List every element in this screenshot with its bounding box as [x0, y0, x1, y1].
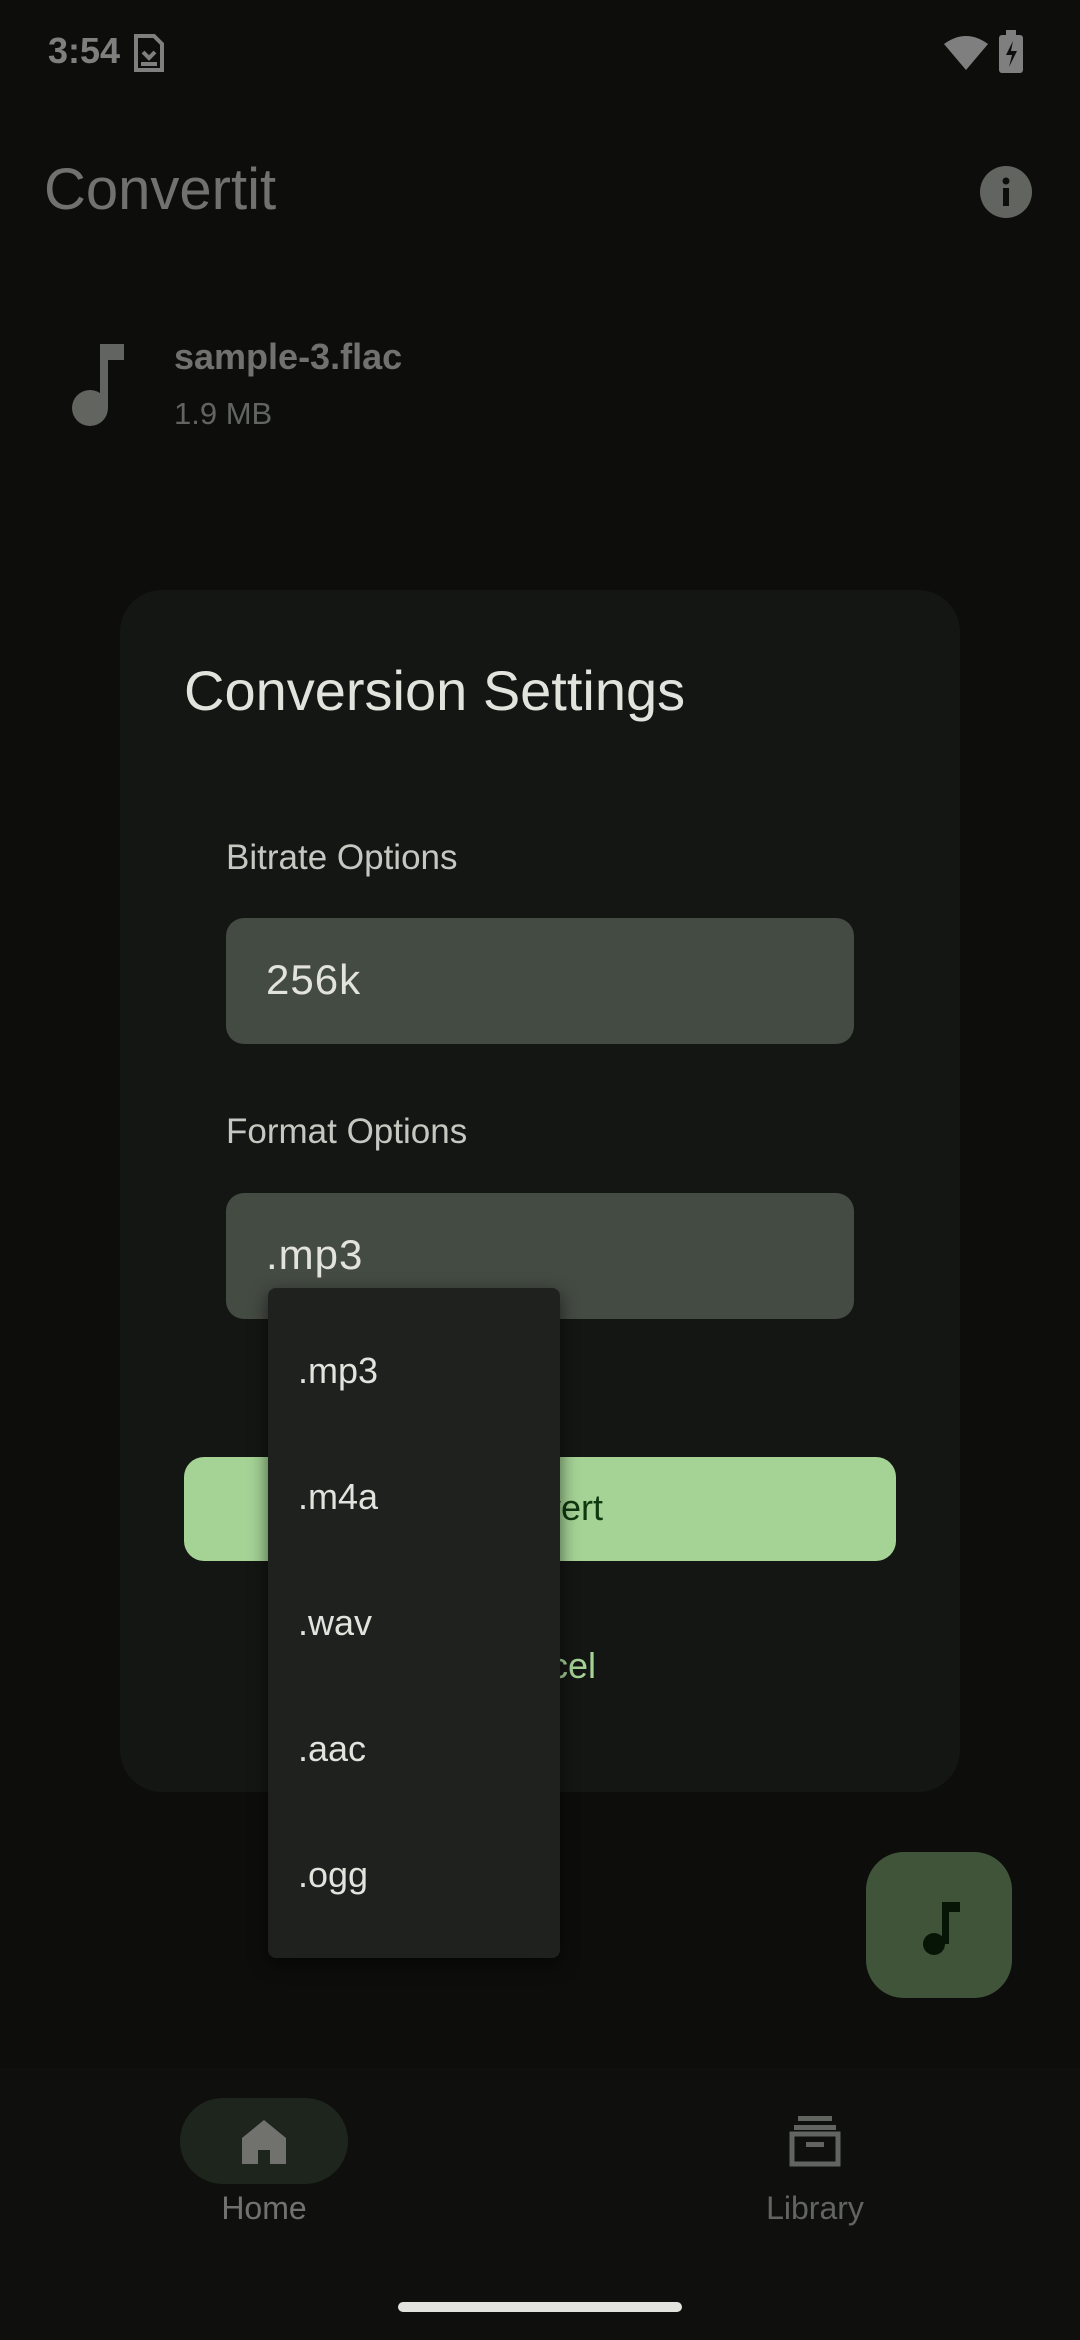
menu-item-wav[interactable]: .wav	[268, 1560, 560, 1686]
format-dropdown-menu: .mp3 .m4a .wav .aac .ogg	[268, 1288, 560, 1958]
format-value: .mp3	[266, 1231, 364, 1278]
format-label: Format Options	[226, 1112, 468, 1151]
dialog-title: Conversion Settings	[184, 659, 686, 722]
menu-item-aac[interactable]: .aac	[268, 1686, 560, 1812]
menu-item-label: .m4a	[298, 1476, 379, 1517]
menu-item-ogg[interactable]: .ogg	[268, 1812, 560, 1938]
menu-item-label: .mp3	[298, 1350, 379, 1391]
gesture-navigation-bar[interactable]	[398, 2302, 682, 2312]
menu-item-label: .wav	[298, 1602, 373, 1643]
menu-item-m4a[interactable]: .m4a	[268, 1434, 560, 1560]
bitrate-label: Bitrate Options	[226, 838, 458, 877]
menu-item-label: .aac	[298, 1728, 367, 1769]
menu-item-label: .ogg	[298, 1854, 369, 1895]
bitrate-value: 256k	[266, 956, 362, 1003]
menu-item-mp3[interactable]: .mp3	[268, 1308, 560, 1434]
